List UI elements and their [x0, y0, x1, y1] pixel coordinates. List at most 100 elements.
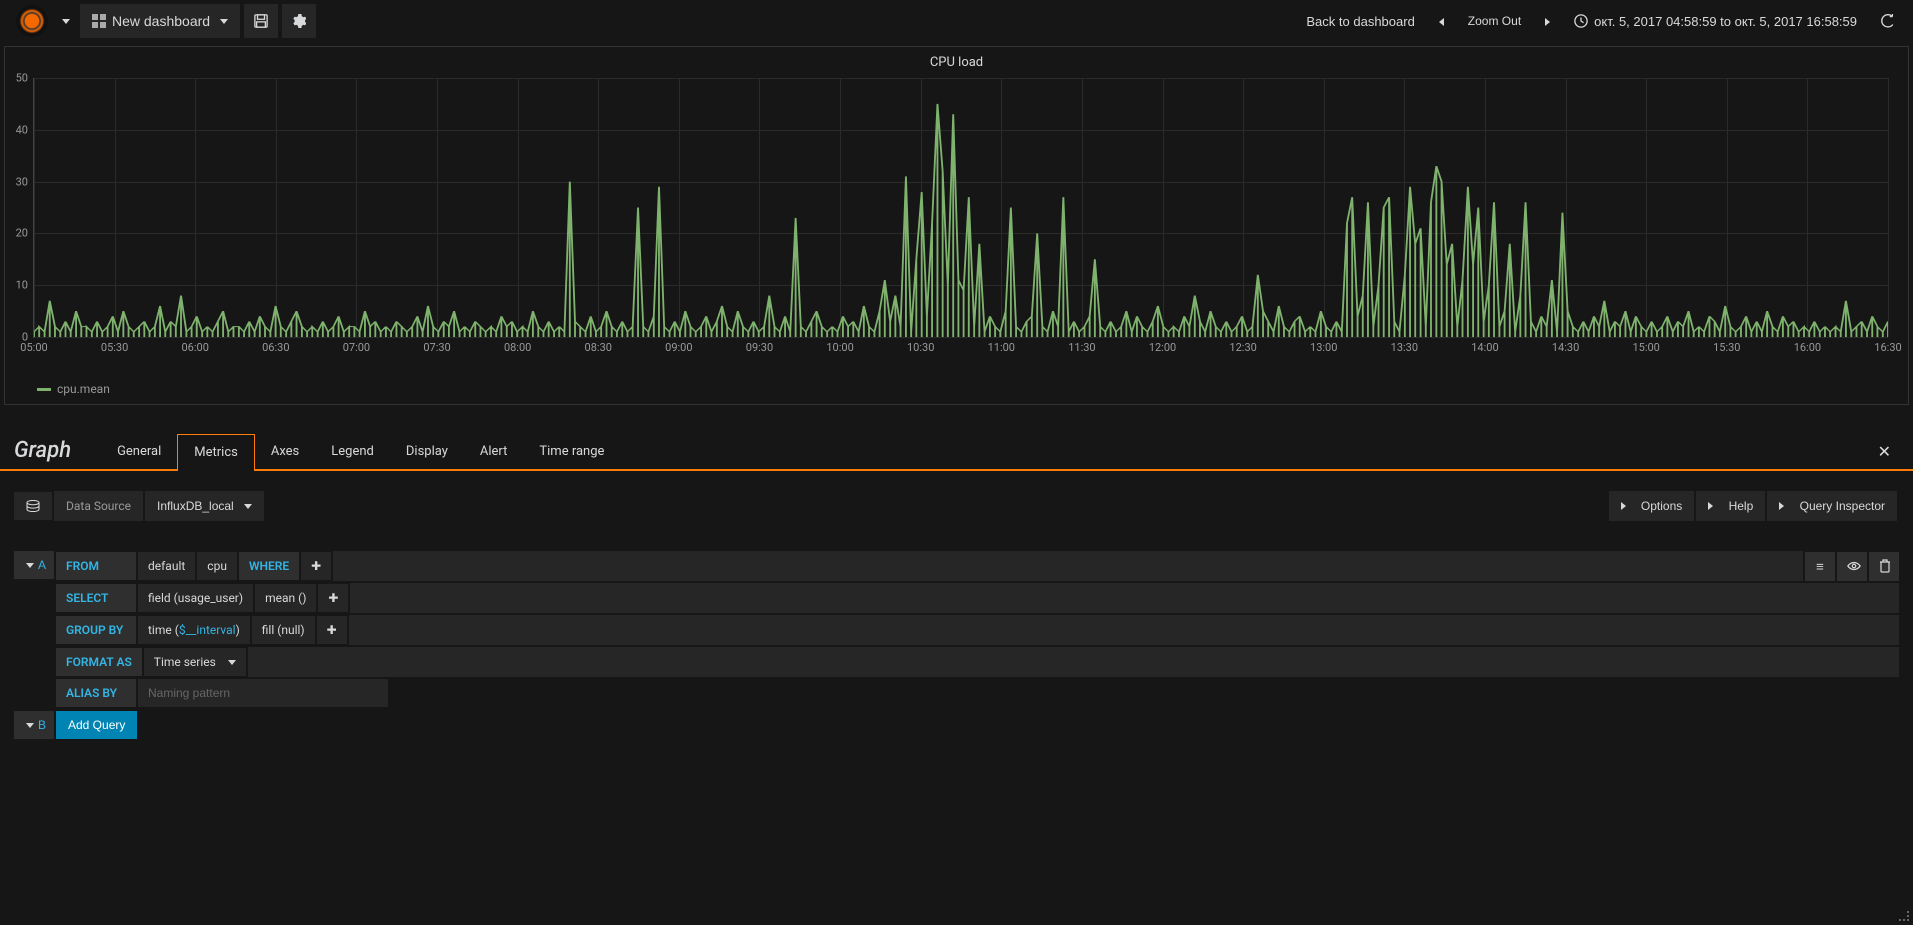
y-tick: 20 — [16, 227, 28, 240]
where-add-button[interactable]: ✚ — [301, 552, 331, 580]
legend-label: cpu.mean — [57, 382, 110, 396]
tab-display[interactable]: Display — [390, 434, 464, 469]
tab-metrics[interactable]: Metrics — [177, 434, 255, 471]
chart-legend[interactable]: cpu.mean — [5, 378, 1908, 404]
x-tick: 11:00 — [988, 341, 1015, 354]
x-tick: 05:00 — [20, 341, 47, 354]
dashboard-title: New dashboard — [112, 13, 210, 29]
top-nav: New dashboard Back to dashboard Zoom Out… — [0, 0, 1913, 42]
query-row-b: B Add Query — [14, 711, 1899, 739]
query-b-toggle[interactable]: B — [14, 711, 54, 739]
groupby-time-segment[interactable]: time ($__interval) — [138, 616, 250, 644]
datasource-value: InfluxDB_local — [157, 499, 234, 513]
alias-keyword: ALIAS BY — [56, 679, 136, 707]
zoom-out-button[interactable]: Zoom Out — [1458, 6, 1531, 36]
add-query-button[interactable]: Add Query — [56, 711, 137, 739]
save-button[interactable] — [244, 4, 278, 38]
time-range-text: окт. 5, 2017 04:58:59 to окт. 5, 2017 16… — [1594, 14, 1857, 29]
from-keyword: FROM — [56, 552, 136, 580]
time-forward-button[interactable] — [1535, 6, 1560, 37]
query-row-a: A FROM default cpu WHERE ✚ ≡ — [14, 551, 1899, 709]
grid-icon — [92, 14, 106, 28]
trash-icon — [1879, 559, 1891, 573]
resize-handle-icon[interactable] — [1899, 911, 1909, 921]
chevron-left-icon — [1439, 18, 1444, 26]
x-tick: 14:30 — [1552, 341, 1579, 354]
grafana-logo-icon — [16, 5, 48, 37]
panel-title[interactable]: CPU load — [5, 47, 1908, 78]
dashboard-picker[interactable]: New dashboard — [80, 4, 240, 38]
chart-area[interactable]: 0102030405005:0005:3006:0006:3007:0007:3… — [5, 78, 1908, 378]
close-editor-button[interactable]: ✕ — [1870, 434, 1899, 469]
x-tick: 16:30 — [1874, 341, 1901, 354]
from-policy-segment[interactable]: default — [138, 552, 195, 580]
y-tick: 30 — [16, 175, 28, 188]
select-field-segment[interactable]: field (usage_user) — [138, 584, 253, 612]
x-tick: 12:00 — [1149, 341, 1176, 354]
panel-editor-header: Graph GeneralMetricsAxesLegendDisplayAle… — [0, 435, 1913, 471]
tab-alert[interactable]: Alert — [464, 434, 524, 469]
x-tick: 10:30 — [907, 341, 934, 354]
query-options-button[interactable]: Options — [1609, 491, 1695, 521]
x-tick: 06:30 — [262, 341, 289, 354]
time-range-picker[interactable]: окт. 5, 2017 04:58:59 to окт. 5, 2017 16… — [1564, 6, 1867, 37]
alias-input[interactable] — [138, 679, 388, 707]
x-tick: 09:30 — [746, 341, 773, 354]
tab-time-range[interactable]: Time range — [523, 434, 620, 469]
query-a-toggle[interactable]: A — [14, 551, 54, 579]
y-tick: 40 — [16, 123, 28, 136]
x-tick: 13:30 — [1391, 341, 1418, 354]
query-help-button[interactable]: Help — [1696, 491, 1765, 521]
y-tick: 10 — [16, 279, 28, 292]
x-tick: 15:00 — [1632, 341, 1659, 354]
format-keyword: FORMAT AS — [56, 648, 142, 676]
refresh-icon — [1881, 14, 1895, 28]
chevron-right-icon — [1545, 18, 1550, 26]
from-measurement-segment[interactable]: cpu — [197, 552, 237, 580]
query-menu-button[interactable]: ≡ — [1805, 552, 1835, 581]
x-tick: 07:00 — [343, 341, 370, 354]
back-to-dashboard-link[interactable]: Back to dashboard — [1296, 6, 1424, 37]
query-delete-button[interactable] — [1869, 552, 1899, 581]
settings-button[interactable] — [282, 4, 316, 38]
x-tick: 11:30 — [1068, 341, 1095, 354]
format-select[interactable]: Time series — [144, 648, 246, 676]
where-keyword: WHERE — [239, 552, 299, 580]
time-back-button[interactable] — [1429, 6, 1454, 37]
panel-type-title: Graph — [14, 438, 71, 463]
query-toggle-visibility-button[interactable] — [1837, 552, 1867, 581]
groupby-keyword: GROUP BY — [56, 616, 136, 644]
eye-icon — [1847, 561, 1861, 571]
clock-icon — [1574, 14, 1588, 28]
x-tick: 16:00 — [1794, 341, 1821, 354]
x-tick: 08:00 — [504, 341, 531, 354]
x-tick: 10:00 — [826, 341, 853, 354]
select-keyword: SELECT — [56, 584, 136, 612]
tab-axes[interactable]: Axes — [255, 434, 315, 469]
toggle-query-mode-button[interactable] — [14, 492, 52, 520]
save-icon — [254, 14, 268, 28]
logo-button[interactable] — [10, 4, 76, 38]
tab-general[interactable]: General — [101, 434, 177, 469]
select-agg-segment[interactable]: mean () — [255, 584, 316, 612]
x-tick: 15:30 — [1713, 341, 1740, 354]
tab-legend[interactable]: Legend — [315, 434, 390, 469]
x-tick: 09:00 — [665, 341, 692, 354]
query-inspector-button[interactable]: Query Inspector — [1767, 491, 1897, 521]
query-toolbar: Data Source InfluxDB_local Options Help … — [14, 491, 1899, 521]
legend-swatch-icon — [37, 388, 51, 391]
groupby-add-button[interactable]: ✚ — [317, 616, 347, 644]
x-tick: 12:30 — [1229, 341, 1256, 354]
x-tick: 06:00 — [182, 341, 209, 354]
x-tick: 08:30 — [585, 341, 612, 354]
gear-icon — [292, 14, 306, 28]
datasource-picker[interactable]: InfluxDB_local — [145, 491, 264, 521]
groupby-fill-segment[interactable]: fill (null) — [252, 616, 315, 644]
select-add-button[interactable]: ✚ — [318, 584, 348, 612]
graph-panel: CPU load 0102030405005:0005:3006:0006:30… — [4, 46, 1909, 405]
x-tick: 13:00 — [1310, 341, 1337, 354]
x-tick: 14:00 — [1471, 341, 1498, 354]
y-tick: 50 — [16, 72, 28, 85]
refresh-button[interactable] — [1871, 6, 1905, 36]
x-tick: 05:30 — [101, 341, 128, 354]
